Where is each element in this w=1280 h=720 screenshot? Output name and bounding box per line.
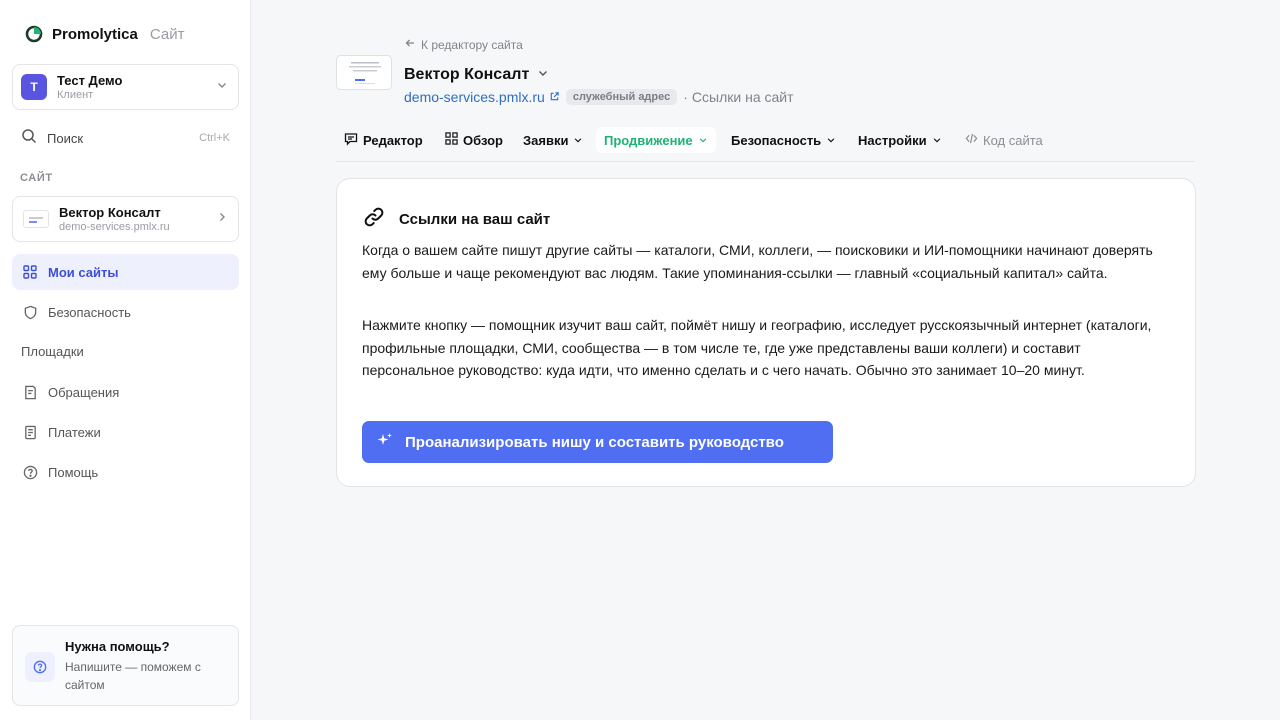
chevron-down-icon <box>932 133 942 148</box>
tab-site-code[interactable]: Код сайта <box>957 127 1051 153</box>
code-icon <box>965 132 978 148</box>
search-shortcut: Ctrl+K <box>199 132 230 144</box>
grid-icon <box>22 264 38 280</box>
arrow-left-icon <box>404 37 416 52</box>
breadcrumb-section: Ссылки на сайт <box>691 89 794 105</box>
back-to-editor-link[interactable]: К редактору сайта <box>404 37 523 52</box>
tab-label: Обзор <box>463 132 503 148</box>
sidebar-item-label: Помощь <box>48 464 99 480</box>
analyze-button-label: Проанализировать нишу и составить руково… <box>405 433 784 451</box>
chevron-down-icon <box>698 133 708 148</box>
brand-name: Promolytica <box>52 25 138 43</box>
sidebar-item-label: Мои сайты <box>48 264 119 280</box>
status-badge: служебный адрес <box>565 89 678 105</box>
tab-label: Заявки <box>523 132 569 148</box>
question-icon <box>22 464 38 480</box>
site-title-dropdown[interactable]: Вектор Консалт <box>404 66 549 84</box>
tab-label: Код сайта <box>983 132 1043 148</box>
chevron-down-icon <box>573 133 583 148</box>
sparkle-icon <box>377 432 393 452</box>
sidebar-item-platforms[interactable]: Площадки <box>21 344 84 359</box>
search-button[interactable]: Поиск Ctrl+K <box>12 122 239 154</box>
shield-icon <box>22 304 38 320</box>
chevron-down-icon <box>826 133 836 148</box>
site-meta: demo-services.pmlx.ru служебный адрес · … <box>404 89 794 105</box>
tab-overview[interactable]: Обзор <box>437 127 511 153</box>
tab-requests[interactable]: Заявки <box>515 127 591 153</box>
help-card[interactable]: Нужна помощь? Напишите — поможем с сайто… <box>12 625 239 706</box>
sidebar: Promolytica Сайт Т Тест Демо Клиент Поис… <box>0 0 251 720</box>
card-paragraph-intro: Когда о вашем сайте пишут другие сайты —… <box>362 242 1153 281</box>
help-text: Напишите — поможем с сайтом <box>65 660 201 692</box>
account-role: Клиент <box>57 88 94 101</box>
chevron-down-icon <box>216 78 228 96</box>
brand-suffix: Сайт <box>149 25 185 43</box>
meta-separator: · <box>683 89 688 105</box>
chevron-down-icon <box>537 66 549 84</box>
site-url: demo-services.pmlx.ru <box>59 220 170 233</box>
tab-label: Продвижение <box>604 132 693 148</box>
help-title: Нужна помощь? <box>65 639 170 654</box>
external-link-icon <box>549 89 560 105</box>
sidebar-item-label: Платежи <box>48 424 101 440</box>
tab-label: Редактор <box>363 132 423 148</box>
section-label-site: САЙТ <box>20 172 53 184</box>
brand[interactable]: Promolytica Сайт <box>24 24 184 44</box>
site-name: Вектор Консалт <box>59 204 161 220</box>
chevron-right-icon <box>216 210 228 228</box>
tab-promotion[interactable]: Продвижение <box>596 127 716 153</box>
card-title: Ссылки на ваш сайт <box>399 211 551 228</box>
analyze-niche-button[interactable]: Проанализировать нишу и составить руково… <box>362 421 833 463</box>
search-icon <box>21 128 37 149</box>
tab-label: Безопасность <box>731 132 822 148</box>
site-tabs: Редактор Обзор Заявки Продвижение Безопа… <box>336 127 1195 162</box>
site-url-link[interactable]: demo-services.pmlx.ru <box>404 89 560 105</box>
back-link-label: К редактору сайта <box>421 37 523 52</box>
help-question-icon <box>25 652 55 682</box>
backlinks-card: Ссылки на ваш сайт Когда о вашем сайте п… <box>336 178 1196 487</box>
tab-security[interactable]: Безопасность <box>723 127 844 153</box>
page-title: Вектор Консалт <box>404 66 530 83</box>
site-preview-thumbnail <box>336 55 392 90</box>
receipt-icon <box>22 424 38 440</box>
ticket-icon <box>22 384 38 400</box>
account-name: Тест Демо <box>57 72 123 88</box>
grid-icon <box>445 132 458 148</box>
sidebar-item-requests[interactable]: Обращения <box>12 374 239 410</box>
sidebar-item-label: Безопасность <box>48 304 131 320</box>
tab-label: Настройки <box>858 132 927 148</box>
sidebar-item-help[interactable]: Помощь <box>12 454 239 490</box>
link-icon <box>363 206 385 233</box>
site-thumbnail <box>23 210 49 228</box>
tab-settings[interactable]: Настройки <box>850 127 950 153</box>
sidebar-item-my-sites[interactable]: Мои сайты <box>12 254 239 290</box>
promolytica-logo-icon <box>24 24 44 44</box>
sidebar-item-security[interactable]: Безопасность <box>12 294 239 330</box>
tab-editor[interactable]: Редактор <box>336 127 431 153</box>
current-site-card[interactable]: Вектор Консалт demo-services.pmlx.ru <box>12 196 239 242</box>
avatar: Т <box>21 74 47 100</box>
sidebar-item-payments[interactable]: Платежи <box>12 414 239 450</box>
site-url-text: demo-services.pmlx.ru <box>404 89 545 105</box>
comment-icon <box>344 132 358 149</box>
card-paragraph-details: Нажмите кнопку — помощник изучит ваш сай… <box>362 317 1152 378</box>
sidebar-item-label: Обращения <box>48 384 120 400</box>
account-switcher[interactable]: Т Тест Демо Клиент <box>12 64 239 110</box>
search-label: Поиск <box>47 130 84 146</box>
